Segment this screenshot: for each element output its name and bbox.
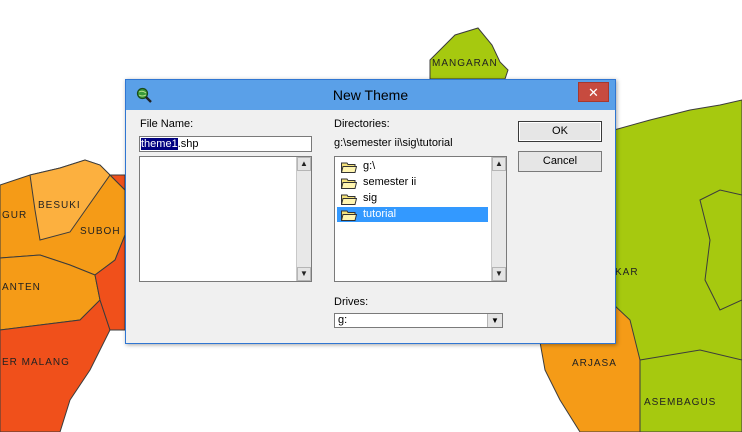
map-label-suboh: SUBOH xyxy=(80,226,121,237)
scroll-down-icon[interactable]: ▼ xyxy=(297,267,311,281)
open-folder-icon xyxy=(341,194,357,205)
drives-value: g: xyxy=(338,314,348,326)
map-label-besuki: BESUKI xyxy=(38,200,81,211)
new-theme-dialog: New Theme ✕ File Name: theme1.shp ▲ ▼ Di… xyxy=(125,79,616,344)
scroll-up-icon[interactable]: ▲ xyxy=(297,157,311,171)
map-label-arjasa: ARJASA xyxy=(572,358,617,369)
directory-item-label: semester ii xyxy=(363,176,417,188)
cancel-button[interactable]: Cancel xyxy=(518,151,602,172)
map-label-anten: ANTEN xyxy=(2,282,41,293)
open-folder-icon xyxy=(341,210,357,221)
file-name-label: File Name: xyxy=(140,118,194,130)
ok-button[interactable]: OK xyxy=(518,121,602,142)
directory-item-label: sig xyxy=(363,192,378,204)
map-region-mangaran xyxy=(429,27,509,80)
current-path: g:\semester ii\sig\tutorial xyxy=(334,137,453,149)
map-label-kar: KAR xyxy=(615,267,639,278)
map-label-malang: ER MALANG xyxy=(2,357,70,368)
drives-select[interactable]: g: ▼ xyxy=(334,313,503,328)
dialog-titlebar[interactable]: New Theme ✕ xyxy=(126,80,615,110)
directory-list[interactable]: g:\ semester ii sig tutorial ▲ ▼ xyxy=(334,156,507,282)
chevron-down-icon[interactable]: ▼ xyxy=(487,314,502,327)
directory-item-label: tutorial xyxy=(363,208,397,220)
drives-label: Drives: xyxy=(334,296,369,308)
directory-list-scrollbar[interactable]: ▲ ▼ xyxy=(491,157,506,281)
file-name-rest-text: .shp xyxy=(177,138,199,150)
file-name-selected-text: theme1 xyxy=(141,138,178,150)
scroll-up-icon[interactable]: ▲ xyxy=(492,157,506,171)
map-label-asembagus: ASEMBAGUS xyxy=(644,397,716,408)
directory-item-sig[interactable]: sig xyxy=(337,191,488,206)
file-name-input[interactable]: theme1.shp xyxy=(139,136,312,152)
dialog-title: New Theme xyxy=(332,87,409,103)
map-region-asembagus xyxy=(639,349,742,432)
open-folder-icon xyxy=(341,162,357,173)
map-label-gur: GUR xyxy=(2,210,27,221)
directory-item-tutorial[interactable]: tutorial xyxy=(337,207,488,222)
scroll-down-icon[interactable]: ▼ xyxy=(492,267,506,281)
directory-item-label: g:\ xyxy=(363,160,376,172)
open-folder-icon xyxy=(341,178,357,189)
directories-label: Directories: xyxy=(334,118,390,130)
directory-item-g[interactable]: g:\ xyxy=(337,159,488,174)
close-button[interactable]: ✕ xyxy=(578,82,609,102)
close-icon: ✕ xyxy=(588,85,599,100)
map-label-mangaran: MANGARAN xyxy=(432,58,498,69)
file-list[interactable]: ▲ ▼ xyxy=(139,156,312,282)
directory-item-semester-ii[interactable]: semester ii xyxy=(337,175,488,190)
file-list-scrollbar[interactable]: ▲ ▼ xyxy=(296,157,311,281)
